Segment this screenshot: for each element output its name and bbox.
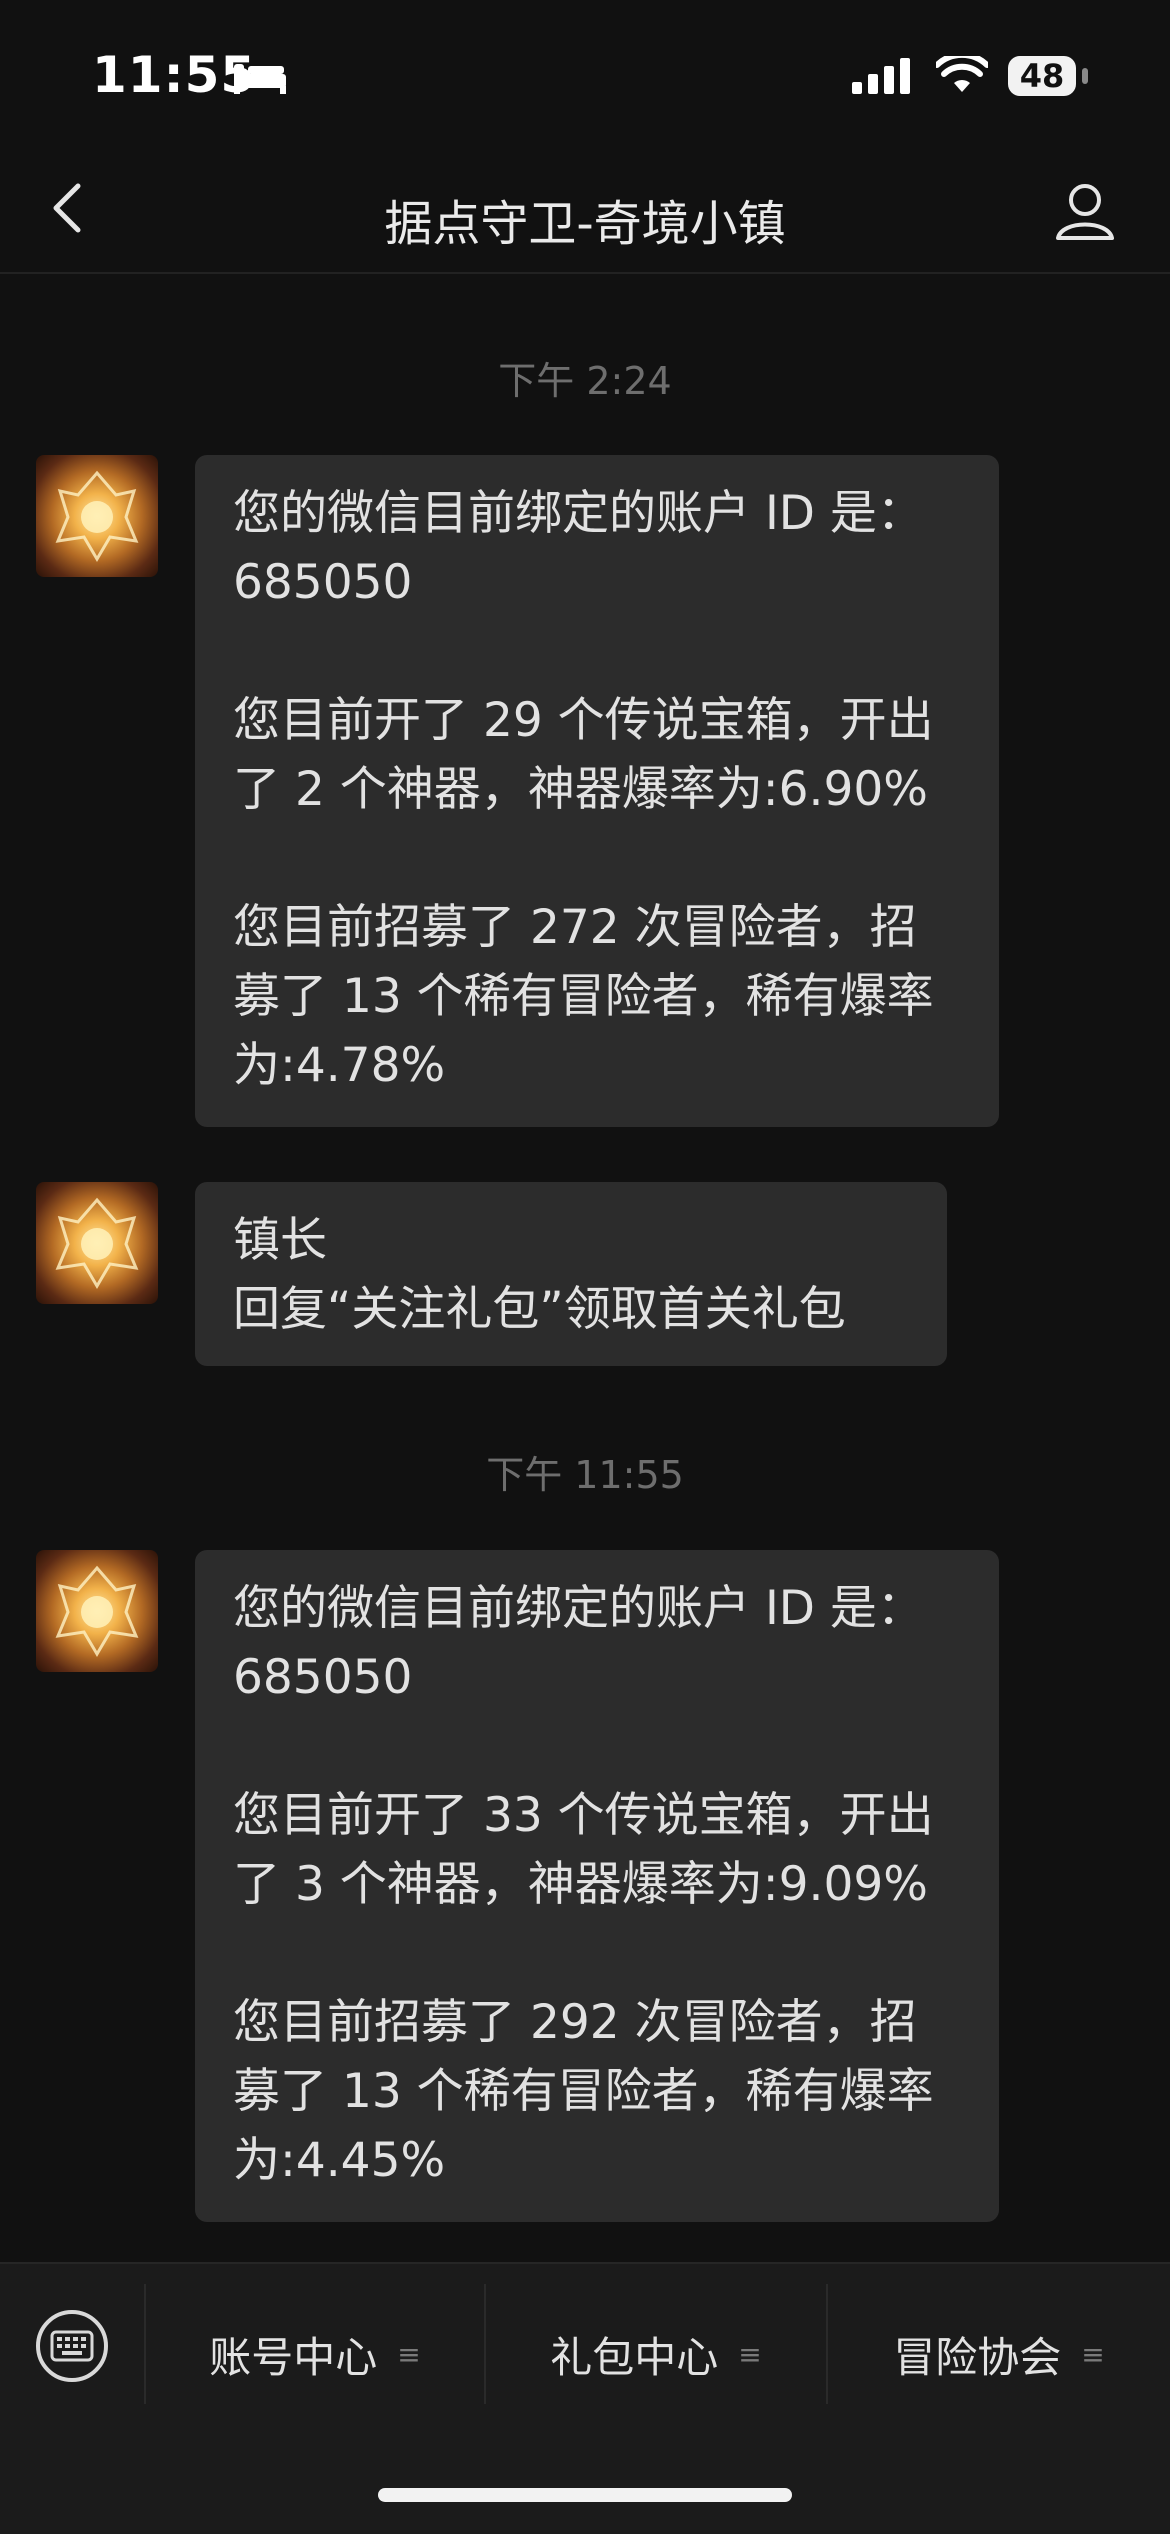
official-account-avatar[interactable] (36, 1550, 158, 1672)
official-account-avatar[interactable] (36, 1182, 158, 1304)
message-timestamp: 下午 2:24 (498, 359, 672, 403)
battery-indicator: 48 (1008, 56, 1076, 96)
menu-lines-icon: ≡ (397, 2337, 421, 2371)
wifi-icon (936, 56, 988, 92)
emblem-icon (55, 1197, 139, 1289)
message-bubble: 您的微信目前绑定的账户 ID 是： 685050 您目前开了 29 个传说宝箱，… (195, 455, 999, 1127)
battery-tip (1082, 68, 1088, 84)
signal-icon (852, 58, 910, 94)
message-bubble: 您的微信目前绑定的账户 ID 是： 685050 您目前开了 33 个传说宝箱，… (195, 1550, 999, 2222)
emblem-icon (55, 1565, 139, 1657)
message-timestamp: 下午 11:55 (486, 1453, 684, 1497)
menu-item-label: 冒险协会 (893, 2332, 1062, 2382)
menu-item-label: 礼包中心 (550, 2332, 719, 2382)
menu-lines-icon: ≡ (1081, 2337, 1105, 2371)
status-bar: 11:55 48 (0, 0, 1170, 150)
official-account-avatar[interactable] (36, 455, 158, 577)
message-bubble: 镇长 回复“关注礼包”领取首关礼包 (195, 1182, 947, 1366)
profile-icon[interactable] (1050, 176, 1120, 246)
home-indicator[interactable] (378, 2488, 792, 2502)
menu-item-gift-center[interactable]: 礼包中心 ≡ (486, 2298, 826, 2410)
message-text: 镇长 回复“关注礼包”领取首关礼包 (233, 1213, 846, 1337)
bed-icon (234, 64, 286, 94)
menu-item-label: 账号中心 (209, 2332, 378, 2382)
keyboard-toggle-icon[interactable] (34, 2308, 110, 2384)
message-text: 您的微信目前绑定的账户 ID 是： 685050 您目前开了 33 个传说宝箱，… (233, 1581, 934, 2188)
emblem-icon (55, 470, 139, 562)
menu-item-account-center[interactable]: 账号中心 ≡ (146, 2298, 484, 2410)
nav-bar: 据点守卫-奇境小镇 (0, 150, 1170, 274)
message-text: 您的微信目前绑定的账户 ID 是： 685050 您目前开了 29 个传说宝箱，… (233, 486, 934, 1093)
menu-item-adventure-guild[interactable]: 冒险协会 ≡ (828, 2298, 1170, 2410)
menu-lines-icon: ≡ (738, 2337, 762, 2371)
chat-title: 据点守卫-奇境小镇 (384, 196, 786, 252)
